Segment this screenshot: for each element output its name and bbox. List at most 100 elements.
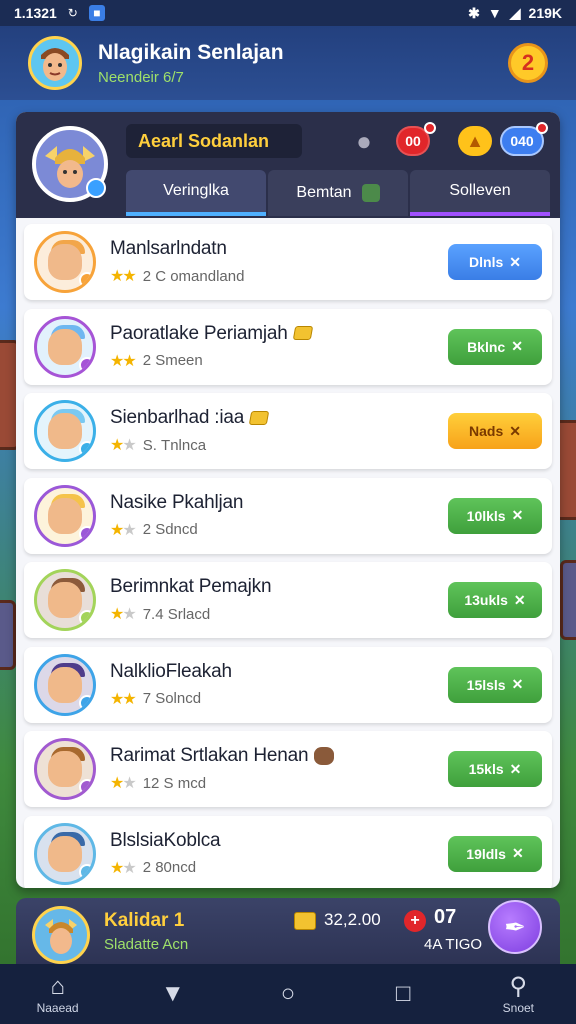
stone-icon[interactable]: ●	[348, 126, 380, 156]
level-badge	[79, 610, 93, 626]
button-label: 15kls	[468, 761, 504, 777]
button-label: Nads	[469, 423, 504, 439]
challenge-button[interactable]: 10lkls ✕	[448, 497, 542, 534]
status-bar: 1.1321 ↻ ■ ✱ ▼ ◢ 219K	[0, 0, 576, 26]
player-name: Paoratlake Periamjah	[110, 322, 288, 344]
add-button[interactable]: +	[404, 910, 426, 932]
hero-portrait-icon	[41, 48, 69, 81]
square-icon: □	[395, 980, 411, 1007]
star-rating-icon: ★★	[110, 437, 137, 454]
player-status: C omandland	[155, 267, 245, 285]
bluetooth-icon: ✱	[468, 4, 480, 21]
panel-header: Aearl Sodanlan ● 00 ▲ 040 Veringlka Bemt…	[16, 112, 560, 218]
tab-label: Bemtan	[296, 184, 352, 201]
thumbs-up-icon[interactable]: ▲	[458, 126, 492, 156]
my-rank-card: Kalidar 1 Sladatte Acn 32,2.00 + 07 4A T…	[16, 898, 560, 964]
player-stars-count: 2	[142, 267, 152, 285]
my-stat: 07	[434, 906, 457, 928]
gold-coin-icon	[294, 912, 316, 930]
star-rating-icon: ★★	[110, 268, 137, 285]
player-name: Nlagikain Senlajan	[98, 40, 284, 64]
nav-home-circle[interactable]: ○	[248, 980, 328, 1008]
list-item[interactable]: Berimnkat Pemajkn ★★ 7.4 Srlacd 13ukls ✕	[24, 562, 552, 638]
player-avatar[interactable]	[34, 569, 96, 631]
close-icon: ✕	[511, 845, 524, 861]
my-rank: 1	[173, 909, 185, 931]
tab-solleven[interactable]: Solleven	[410, 170, 550, 216]
my-avatar[interactable]	[32, 906, 90, 964]
tab-label: Veringlka	[163, 182, 229, 199]
player-status: Solncd	[155, 690, 202, 707]
player-name: Manlsarlndatn	[110, 238, 227, 259]
player-stars-count: 12	[142, 774, 160, 792]
player-avatar[interactable]	[34, 653, 96, 716]
button-label: 19ldls	[466, 845, 506, 862]
button-label: 13ukls	[464, 592, 508, 608]
edit-fab-button[interactable]: ✒	[488, 900, 542, 954]
challenge-button[interactable]: 15lsls ✕	[448, 666, 542, 703]
nav-back[interactable]: ▼	[133, 980, 213, 1008]
sync-icon: ↻	[67, 6, 78, 20]
player-stars-count: 2	[142, 352, 152, 369]
navigation-bar: ⌂ Naaead ▼ ○ □ ⚲ Snoet	[0, 964, 576, 1024]
level-badge	[79, 525, 93, 542]
player-stars-count: 7.4	[142, 605, 164, 623]
star-rating-icon: ★★	[110, 352, 137, 370]
leaderboard-panel: Aearl Sodanlan ● 00 ▲ 040 Veringlka Bemt…	[16, 112, 560, 888]
close-icon: ✕	[511, 338, 523, 354]
app-notification-icon: ■	[88, 5, 105, 21]
red-count: 00	[405, 133, 421, 149]
list-item[interactable]: Rarimat Srtlakan Henan ★★ 12 S mcd 15kls…	[24, 731, 552, 807]
status-time: 1.1321	[14, 5, 57, 21]
gem-icon	[361, 184, 380, 202]
challenge-button[interactable]: Bklnc ✕	[448, 328, 542, 365]
player-name: Rarimat Srtlakan Henan	[110, 745, 309, 766]
nav-search[interactable]: ⚲ Snoet	[478, 973, 558, 1015]
notification-badge[interactable]: 2	[508, 43, 548, 83]
player-avatar[interactable]	[28, 36, 82, 90]
signal-icon: ◢	[509, 4, 521, 21]
my-stat-secondary: 4A TIGO	[424, 936, 483, 953]
level-badge	[79, 356, 93, 373]
nav-recents[interactable]: □	[363, 980, 443, 1008]
list-item[interactable]: NalklioFleakah ★★ 7 Solncd 15lsls ✕	[24, 646, 552, 723]
list-item[interactable]: Nasike Pkahljan ★★ 2 Sdncd 10lkls ✕	[24, 477, 552, 554]
player-list: Manlsarlndatn ★★ 2 C omandland Dlnls ✕ P…	[24, 224, 552, 888]
home-icon: ⌂	[50, 973, 65, 1000]
profile-header: Nlagikain Senlajan Neendeir 6/7 2	[0, 26, 576, 100]
back-icon: ▼	[160, 980, 185, 1007]
level-badge	[79, 779, 93, 795]
player-avatar[interactable]	[34, 400, 96, 462]
player-stars-count: 2	[142, 521, 152, 538]
challenge-button[interactable]: 15kls ✕	[448, 751, 542, 787]
player-status: Sdncd	[155, 521, 198, 538]
challenge-button[interactable]: Dlnls ✕	[448, 244, 542, 280]
level-badge	[79, 863, 93, 880]
player-avatar[interactable]	[34, 231, 96, 293]
nav-label: Naaead	[36, 1001, 79, 1015]
tab-veringlka[interactable]: Veringlka	[126, 170, 266, 216]
tab-bemtan[interactable]: Bemtan	[268, 170, 408, 216]
level-badge	[79, 441, 93, 457]
list-item[interactable]: BlslsiaKoblca ★★ 2 80ncd 19ldls ✕	[24, 815, 552, 888]
button-label: Bklnc	[467, 338, 506, 355]
challenge-button[interactable]: Nads ✕	[448, 413, 542, 449]
player-avatar[interactable]	[34, 822, 96, 885]
button-label: 15lsls	[466, 676, 506, 693]
search-icon: ⚲	[509, 973, 528, 1000]
close-icon: ✕	[509, 422, 521, 439]
gold-bar-icon	[248, 410, 270, 425]
tab-bar: Veringlka Bemtan Solleven	[126, 170, 550, 216]
list-item[interactable]: Manlsarlndatn ★★ 2 C omandland Dlnls ✕	[24, 224, 552, 300]
close-icon: ✕	[509, 760, 522, 777]
my-name: Kalidar	[104, 909, 169, 931]
list-item[interactable]: Sienbarlhad :iaa ★★ S. Tnlnca Nads ✕	[24, 393, 552, 469]
player-avatar[interactable]	[34, 484, 96, 547]
challenge-button[interactable]: 19ldls ✕	[448, 835, 542, 872]
player-status: Tnlnca	[161, 436, 207, 454]
player-avatar[interactable]	[34, 315, 96, 378]
player-avatar[interactable]	[34, 738, 96, 800]
list-item[interactable]: Paoratlake Periamjah ★★ 2 Smeen Bklnc ✕	[24, 308, 552, 385]
nav-home[interactable]: ⌂ Naaead	[18, 973, 98, 1015]
challenge-button[interactable]: 13ukls ✕	[448, 582, 542, 618]
